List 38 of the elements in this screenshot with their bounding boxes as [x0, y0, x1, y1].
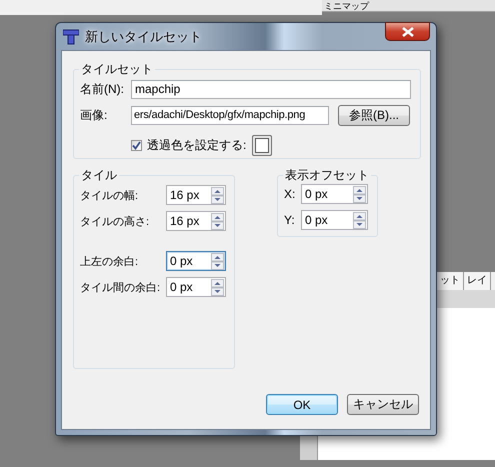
field-label: 上左の余白:	[80, 254, 140, 268]
dialog-button[interactable]: OK	[266, 394, 338, 415]
field-label: 名前(N):	[80, 81, 125, 98]
spin-box[interactable]: 0 px	[166, 277, 226, 297]
field-label: 画像:	[80, 107, 108, 124]
tab[interactable]: ット	[437, 272, 464, 290]
spin-arrows-icon[interactable]	[353, 212, 366, 228]
panel-title: ミニマップ	[322, 0, 495, 12]
color-swatch-button[interactable]	[252, 135, 272, 156]
close-icon	[402, 26, 414, 36]
group-title: タイル	[80, 167, 118, 184]
spin-arrows-icon[interactable]	[211, 186, 224, 204]
spin-box[interactable]: 16 px	[166, 185, 226, 205]
field-label: Y:	[284, 213, 296, 227]
tetromino-icon	[63, 28, 79, 44]
field-label: X:	[284, 187, 296, 201]
checkbox[interactable]	[131, 140, 142, 151]
spin-box[interactable]: 0 px	[301, 184, 368, 204]
spin-box[interactable]: 16 px	[166, 211, 226, 231]
field-label: タイルの幅:	[80, 188, 140, 202]
spin-arrows-icon[interactable]	[353, 186, 366, 202]
name-field[interactable]: mapchip	[131, 80, 411, 99]
checkbox-label: 透過色を設定する:	[147, 137, 246, 154]
spin-box[interactable]: 0 px	[301, 210, 368, 230]
image-path-field[interactable]: ers/adachi/Desktop/gfx/mapchip.png	[131, 106, 329, 125]
spin-arrows-icon[interactable]	[211, 212, 224, 230]
window-title: 新しいタイルセット	[85, 28, 202, 46]
browse-button[interactable]: 参照(B)...	[338, 105, 410, 126]
field-label: タイルの高さ:	[80, 214, 150, 228]
spin-box[interactable]: 0 px	[166, 251, 226, 271]
dialog-button[interactable]: キャンセル	[347, 394, 419, 415]
group-title: タイルセット	[80, 61, 154, 78]
field-label: タイル間の余白:	[80, 280, 162, 294]
close-button[interactable]	[385, 22, 430, 41]
group-title: 表示オフセット	[284, 167, 370, 184]
spin-arrows-icon[interactable]	[211, 252, 224, 270]
tab[interactable]: レイ	[464, 272, 491, 290]
spin-arrows-icon[interactable]	[211, 278, 224, 296]
